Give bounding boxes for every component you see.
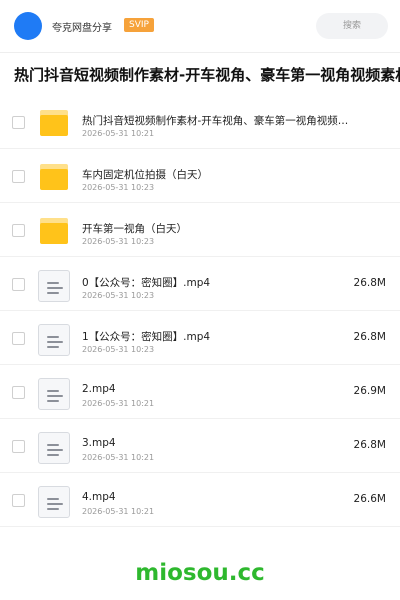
- file-date: 2026-05-31 10:23: [82, 183, 155, 192]
- file-name[interactable]: 开车第一视角（白天）: [82, 221, 362, 236]
- file-date: 2026-05-31 10:21: [82, 453, 155, 462]
- select-checkbox[interactable]: [12, 116, 25, 129]
- share-title: 热门抖音短视频制作素材-开车视角、豪车第一视角视频素材: [14, 66, 400, 84]
- file-size: 26.8M: [353, 439, 386, 451]
- file-name[interactable]: 3.mp4: [82, 437, 362, 449]
- file-name[interactable]: 车内固定机位拍摄（白天）: [82, 167, 362, 182]
- file-size: 26.8M: [353, 277, 386, 289]
- folder-icon: [38, 108, 70, 140]
- top-bar: 夸克网盘分享 SVIP 搜索: [0, 0, 400, 52]
- file-size: 26.6M: [353, 493, 386, 505]
- folder-row[interactable]: 热门抖音短视频制作素材-开车视角、豪车第一视角视频… 2026-05-31 10:…: [0, 95, 400, 149]
- file-row[interactable]: 4.mp4 2026-05-31 10:21 26.6M: [0, 473, 400, 527]
- file-list: 热门抖音短视频制作素材-开车视角、豪车第一视角视频… 2026-05-31 10:…: [0, 95, 400, 527]
- file-row[interactable]: 1【公众号：密知圈】.mp4 2026-05-31 10:23 26.8M: [0, 311, 400, 365]
- select-checkbox[interactable]: [12, 278, 25, 291]
- select-checkbox[interactable]: [12, 386, 25, 399]
- folder-icon: [38, 162, 70, 194]
- search-button[interactable]: 搜索: [316, 13, 388, 39]
- file-name[interactable]: 热门抖音短视频制作素材-开车视角、豪车第一视角视频…: [82, 113, 362, 128]
- folder-icon: [38, 216, 70, 248]
- file-name[interactable]: 0【公众号：密知圈】.mp4: [82, 275, 362, 290]
- select-checkbox[interactable]: [12, 332, 25, 345]
- folder-row[interactable]: 车内固定机位拍摄（白天） 2026-05-31 10:23: [0, 149, 400, 203]
- watermark-brand: miosou.cc: [135, 560, 265, 586]
- avatar[interactable]: [14, 12, 42, 40]
- sharer-name: 夸克网盘分享: [52, 23, 112, 34]
- file-name[interactable]: 4.mp4: [82, 491, 362, 503]
- file-date: 2026-05-31 10:21: [82, 507, 155, 516]
- header-divider: [0, 52, 400, 53]
- document-icon: [38, 432, 70, 464]
- folder-row[interactable]: 开车第一视角（白天） 2026-05-31 10:23: [0, 203, 400, 257]
- file-name[interactable]: 1【公众号：密知圈】.mp4: [82, 329, 362, 344]
- file-date: 2026-05-31 10:21: [82, 129, 155, 138]
- document-icon: [38, 270, 70, 302]
- svip-badge: SVIP: [124, 18, 154, 32]
- file-row[interactable]: 0【公众号：密知圈】.mp4 2026-05-31 10:23 26.8M: [0, 257, 400, 311]
- file-row[interactable]: 3.mp4 2026-05-31 10:21 26.8M: [0, 419, 400, 473]
- file-size: 26.8M: [353, 331, 386, 343]
- select-checkbox[interactable]: [12, 170, 25, 183]
- file-name[interactable]: 2.mp4: [82, 383, 362, 395]
- file-date: 2026-05-31 10:23: [82, 345, 155, 354]
- document-icon: [38, 378, 70, 410]
- file-row[interactable]: 2.mp4 2026-05-31 10:21 26.9M: [0, 365, 400, 419]
- document-icon: [38, 486, 70, 518]
- file-date: 2026-05-31 10:23: [82, 237, 155, 246]
- select-checkbox[interactable]: [12, 224, 25, 237]
- select-checkbox[interactable]: [12, 494, 25, 507]
- file-date: 2026-05-31 10:21: [82, 399, 155, 408]
- document-icon: [38, 324, 70, 356]
- file-date: 2026-05-31 10:23: [82, 291, 155, 300]
- select-checkbox[interactable]: [12, 440, 25, 453]
- file-size: 26.9M: [353, 385, 386, 397]
